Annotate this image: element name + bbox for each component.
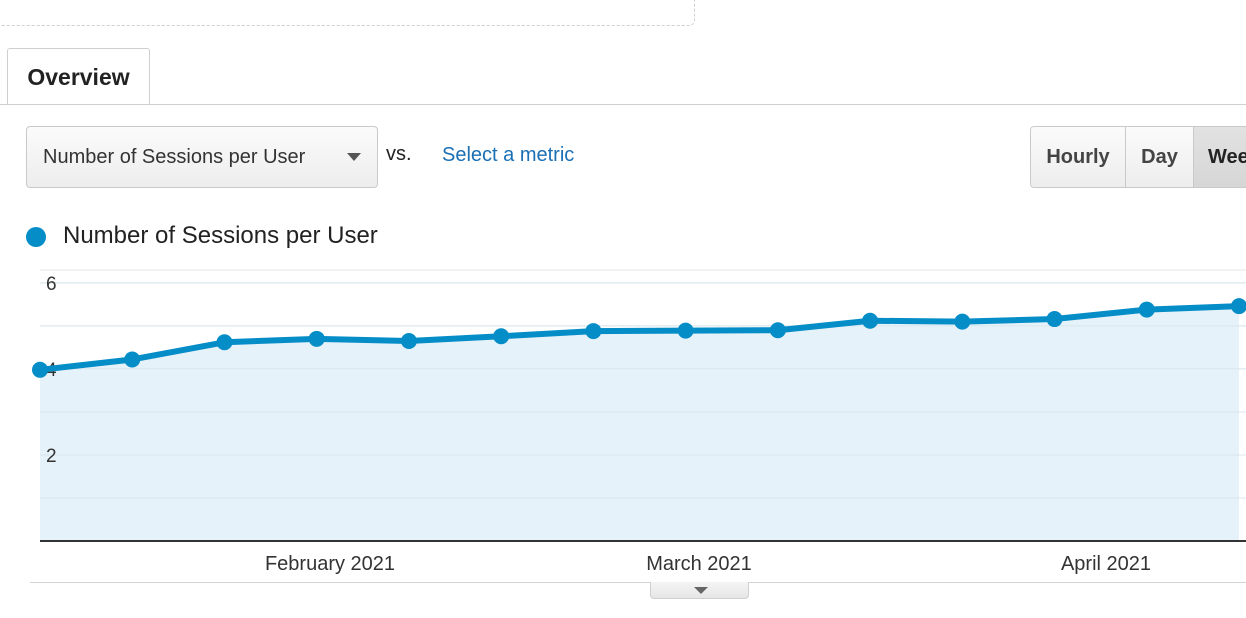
week-button[interactable]: Wee	[1194, 127, 1246, 187]
chevron-down-icon	[694, 587, 708, 594]
data-point	[216, 334, 233, 351]
y-tick-label: 2	[46, 446, 57, 467]
metric-select-value: Number of Sessions per User	[43, 145, 306, 168]
y-tick-label: 6	[46, 274, 57, 295]
vs-label: vs.	[386, 143, 412, 165]
x-tick-label: April 2021	[1061, 553, 1151, 575]
date-range-panel	[0, 0, 695, 26]
legend-series-marker	[26, 227, 46, 247]
select-metric-link[interactable]: Select a metric	[442, 144, 574, 167]
chart-bottom-divider	[30, 582, 1246, 583]
data-point	[677, 322, 694, 339]
data-point	[769, 322, 786, 339]
day-button[interactable]: Day	[1126, 127, 1194, 187]
expand-chart-button[interactable]	[650, 582, 749, 599]
hourly-button[interactable]: Hourly	[1031, 127, 1126, 187]
chevron-down-icon	[347, 153, 361, 161]
data-point	[1138, 301, 1155, 318]
data-point	[1046, 311, 1063, 328]
data-point	[862, 312, 879, 329]
legend-series-label[interactable]: Number of Sessions per User	[63, 222, 378, 250]
tab-overview[interactable]: Overview	[7, 48, 150, 105]
tab-divider	[0, 104, 1246, 105]
x-tick-label: February 2021	[265, 553, 395, 575]
data-point	[124, 351, 141, 368]
data-point	[400, 332, 417, 349]
x-tick-label: March 2021	[646, 553, 752, 575]
data-point	[954, 313, 971, 330]
data-point	[493, 328, 510, 345]
data-point	[32, 361, 48, 378]
metric-select[interactable]: Number of Sessions per User	[26, 126, 378, 188]
data-point	[585, 323, 602, 340]
granularity-toggle: Hourly Day Wee	[1030, 126, 1246, 188]
data-point	[308, 330, 325, 347]
sessions-line-chart: 642February 2021 March 2021 April 2021	[32, 269, 1246, 575]
